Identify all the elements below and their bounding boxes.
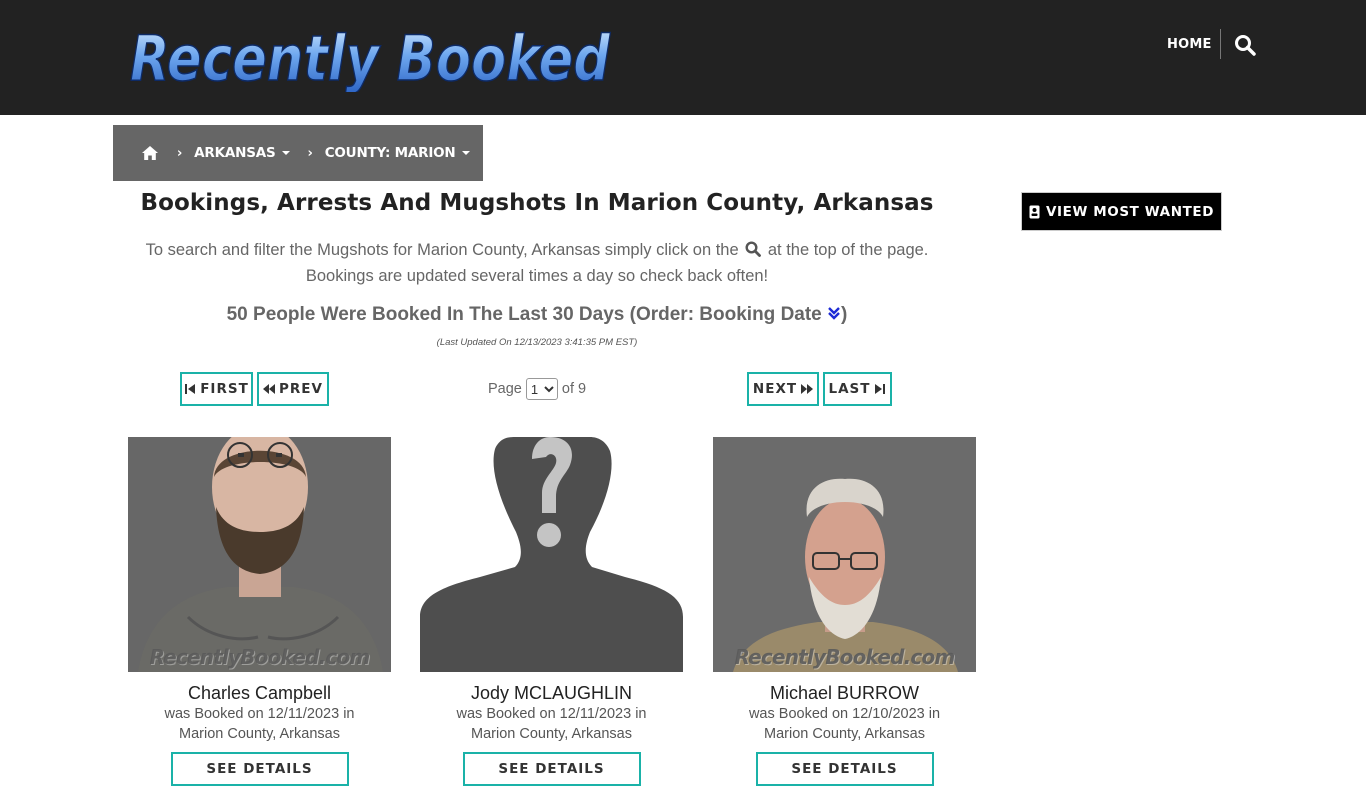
search-icon[interactable] [1234, 34, 1256, 56]
breadcrumb-state-label: ARKANSAS [194, 145, 276, 161]
logo-text: Recently Booked [130, 22, 611, 92]
breadcrumb: › ARKANSAS › COUNTY: MARION [113, 125, 483, 181]
page-select[interactable]: 1 [525, 378, 558, 400]
step-forward-icon [875, 384, 886, 394]
booking-card: RecentlyBooked.com Michael BURROW was Bo… [713, 437, 976, 786]
mugshot-photo[interactable]: RecentlyBooked.com [128, 437, 391, 672]
watermark: RecentlyBooked.com [149, 645, 371, 669]
next-label: NEXT [752, 381, 798, 397]
breadcrumb-county-label: COUNTY: MARION [324, 145, 456, 161]
watermark: RecentlyBooked.com [734, 645, 956, 669]
booking-date-line: was Booked on 12/11/2023 in [456, 706, 647, 722]
intro-text: To search and filter the Mugshots for Ma… [113, 237, 961, 289]
most-wanted-label: VIEW MOST WANTED [1045, 203, 1215, 220]
booking-location-line: Marion County, Arkansas [471, 726, 632, 742]
page-total: of 9 [561, 381, 587, 397]
see-details-button[interactable]: SEE DETAILS [170, 752, 349, 786]
step-backward-icon [185, 384, 196, 394]
booking-count-text: 50 People Were Booked In The Last 30 Day… [226, 304, 822, 325]
breadcrumb-state-dropdown[interactable]: ARKANSAS [194, 145, 290, 161]
caret-down-icon [461, 151, 470, 155]
view-most-wanted-button[interactable]: VIEW MOST WANTED [1021, 192, 1222, 231]
booking-card: RecentlyBooked.com Charles Campbell was … [128, 437, 391, 786]
backward-icon [263, 384, 276, 394]
mugshot-photo[interactable]: RecentlyBooked.com [713, 437, 976, 672]
nav-divider [1220, 29, 1221, 59]
nav-home-link[interactable]: HOME [1167, 37, 1212, 52]
page-label: Page [488, 381, 522, 397]
booking-name[interactable]: Michael BURROW [713, 682, 976, 704]
search-icon [745, 239, 762, 257]
mugshot-placeholder[interactable] [420, 437, 683, 672]
booking-date-line: was Booked on 12/10/2023 in [748, 706, 941, 722]
forward-icon [801, 384, 814, 394]
site-header: Recently Booked HOME [0, 0, 1366, 115]
prev-label: PREV [279, 381, 323, 397]
first-label: FIRST [200, 381, 249, 397]
id-badge-icon [1029, 205, 1040, 218]
see-details-button[interactable]: SEE DETAILS [462, 752, 641, 786]
breadcrumb-county-dropdown[interactable]: COUNTY: MARION [325, 145, 470, 161]
page-selector: Page 1 of 9 [488, 378, 586, 400]
next-page-button[interactable]: NEXT [747, 372, 819, 406]
caret-down-icon [281, 151, 290, 155]
booking-date-line: was Booked on 12/11/2023 in [164, 706, 355, 722]
last-updated: (Last Updated On 12/13/2023 3:41:35 PM E… [436, 337, 638, 348]
intro-part2: at the top of the page. [767, 241, 929, 259]
booking-name[interactable]: Charles Campbell [128, 682, 391, 704]
booking-card: Jody MCLAUGHLIN was Booked on 12/11/2023… [420, 437, 683, 786]
page-title: Bookings, Arrests And Mugshots In Marion… [140, 190, 934, 216]
booking-location-line: Marion County, Arkansas [764, 726, 925, 742]
last-label: LAST [828, 381, 871, 397]
intro-line2: Bookings are updated several times a day… [305, 267, 769, 285]
double-chevron-down-icon[interactable] [827, 305, 841, 321]
booking-name[interactable]: Jody MCLAUGHLIN [420, 682, 683, 704]
booking-location-line: Marion County, Arkansas [179, 726, 340, 742]
prev-page-button[interactable]: PREV [257, 372, 329, 406]
booking-count-close: ) [841, 304, 848, 325]
chevron-right-icon: › [177, 145, 183, 161]
home-icon[interactable] [141, 145, 159, 161]
booking-count: 50 People Were Booked In The Last 30 Day… [113, 304, 961, 326]
chevron-right-icon: › [307, 145, 313, 161]
first-page-button[interactable]: FIRST [180, 372, 253, 406]
intro-part1: To search and filter the Mugshots for Ma… [145, 241, 739, 259]
last-page-button[interactable]: LAST [823, 372, 892, 406]
see-details-button[interactable]: SEE DETAILS [755, 752, 934, 786]
site-logo[interactable]: Recently Booked [126, 18, 616, 96]
